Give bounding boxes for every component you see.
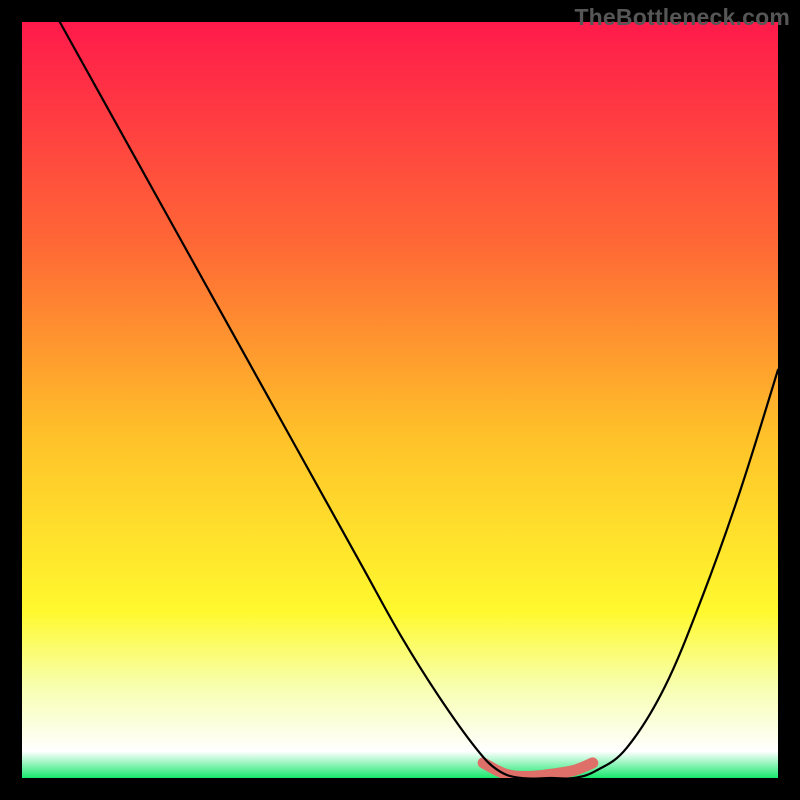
gradient-background bbox=[22, 22, 778, 778]
chart-svg bbox=[22, 22, 778, 778]
chart-frame: TheBottleneck.com bbox=[0, 0, 800, 800]
plot-area bbox=[22, 22, 778, 778]
watermark-text: TheBottleneck.com bbox=[574, 4, 790, 31]
